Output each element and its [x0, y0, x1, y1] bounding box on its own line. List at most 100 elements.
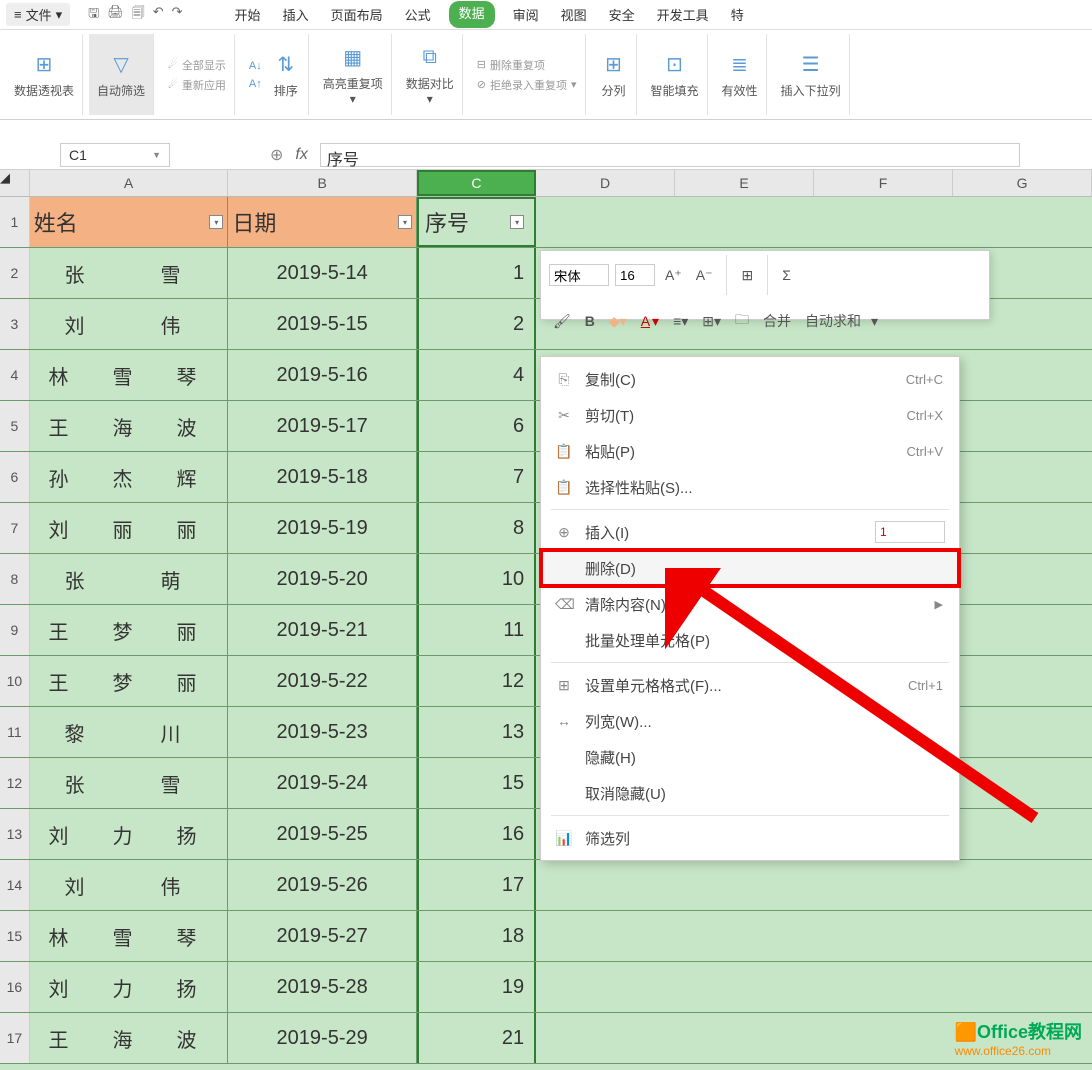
filter-dropdown-icon[interactable]: ▾: [209, 215, 223, 229]
cell-name[interactable]: 林 雪 琴: [30, 350, 229, 400]
cell-name[interactable]: 黎 川: [30, 707, 229, 757]
print-icon[interactable]: 🖨: [107, 4, 124, 26]
cell-index[interactable]: 序号▾: [417, 197, 536, 247]
cell-index[interactable]: 6: [417, 401, 536, 451]
name-box[interactable]: C1▼: [60, 143, 170, 167]
sort-button[interactable]: 排序: [274, 82, 298, 99]
menu-insert[interactable]: ⊕插入(I)列数:: [541, 514, 959, 550]
column-header-a[interactable]: A: [30, 170, 229, 196]
tab-review[interactable]: 审阅: [509, 1, 543, 28]
row-header[interactable]: 15: [0, 911, 30, 961]
row-header[interactable]: 6: [0, 452, 30, 502]
cell-date[interactable]: 2019-5-21: [228, 605, 417, 655]
cell-empty[interactable]: [536, 962, 1092, 1012]
font-color-button[interactable]: A▾: [637, 311, 663, 332]
menu-batch[interactable]: 批量处理单元格(P): [541, 622, 959, 658]
tab-formula[interactable]: 公式: [401, 1, 435, 28]
column-header-f[interactable]: F: [814, 170, 953, 196]
cell-name[interactable]: 刘 伟: [30, 860, 229, 910]
cell-date[interactable]: 日期▾: [228, 197, 417, 247]
decrease-font-button[interactable]: A⁻: [692, 265, 717, 286]
font-select[interactable]: [549, 264, 609, 286]
row-header[interactable]: 10: [0, 656, 30, 706]
menu-filter-column[interactable]: 📊筛选列: [541, 820, 959, 856]
cell-date[interactable]: 2019-5-18: [228, 452, 417, 502]
cell-index[interactable]: 12: [417, 656, 536, 706]
cell-date[interactable]: 2019-5-29: [228, 1013, 417, 1063]
cell-name[interactable]: 张 雪: [30, 758, 229, 808]
cell-index[interactable]: 10: [417, 554, 536, 604]
merge-icon[interactable]: ⊞: [737, 265, 757, 286]
cell-index[interactable]: 15: [417, 758, 536, 808]
cell-name[interactable]: 张 萌: [30, 554, 229, 604]
tab-extra[interactable]: 特: [727, 1, 748, 28]
cell-empty[interactable]: [536, 911, 1092, 961]
insert-dropdown-button[interactable]: ☰插入下拉列: [773, 34, 850, 115]
chevron-down-icon[interactable]: ▼: [152, 150, 161, 160]
row-header[interactable]: 17: [0, 1013, 30, 1063]
cell-index[interactable]: 19: [417, 962, 536, 1012]
merge-label[interactable]: 合并: [759, 309, 795, 333]
cell-date[interactable]: 2019-5-15: [228, 299, 417, 349]
fill-color-button[interactable]: ◆▾: [605, 311, 631, 332]
cell-date[interactable]: 2019-5-16: [228, 350, 417, 400]
cell-index[interactable]: 17: [417, 860, 536, 910]
cell-date[interactable]: 2019-5-22: [228, 656, 417, 706]
pivot-table-button[interactable]: ⊞数据透视表: [6, 34, 83, 115]
cell-date[interactable]: 2019-5-28: [228, 962, 417, 1012]
menu-unhide[interactable]: 取消隐藏(U): [541, 775, 959, 811]
column-header-d[interactable]: D: [536, 170, 675, 196]
format-painter-button[interactable]: 🖌: [549, 311, 575, 332]
redo-icon[interactable]: ↷: [172, 4, 183, 26]
tab-view[interactable]: 视图: [557, 1, 591, 28]
auto-filter-button[interactable]: ▽自动筛选: [89, 34, 154, 115]
cell-empty[interactable]: [536, 197, 1092, 247]
cell-name[interactable]: 王 海 波: [30, 401, 229, 451]
cell-name[interactable]: 王 海 波: [30, 1013, 229, 1063]
cell-name[interactable]: 王 梦 丽: [30, 656, 229, 706]
tab-data[interactable]: 数据: [449, 1, 495, 28]
menu-paste[interactable]: 📋粘贴(P)Ctrl+V: [541, 433, 959, 469]
menu-delete[interactable]: 删除(D): [541, 550, 959, 586]
cell-name[interactable]: 刘 丽 丽: [30, 503, 229, 553]
menu-cut[interactable]: ✂剪切(T)Ctrl+X: [541, 397, 959, 433]
row-header[interactable]: 3: [0, 299, 30, 349]
undo-icon[interactable]: ↶: [153, 4, 164, 26]
cell-index[interactable]: 2: [417, 299, 536, 349]
style-button[interactable]: 🗀: [731, 307, 753, 335]
cell-date[interactable]: 2019-5-26: [228, 860, 417, 910]
column-header-b[interactable]: B: [228, 170, 417, 196]
column-header-e[interactable]: E: [675, 170, 814, 196]
cell-index[interactable]: 16: [417, 809, 536, 859]
row-header[interactable]: 7: [0, 503, 30, 553]
row-header[interactable]: 16: [0, 962, 30, 1012]
cell-name[interactable]: 刘 伟: [30, 299, 229, 349]
cell-name[interactable]: 张 雪: [30, 248, 229, 298]
file-menu[interactable]: ≡ 文件 ▾: [6, 3, 70, 26]
remove-duplicates-button[interactable]: ⊟ 删除重复项: [477, 57, 577, 73]
reapply-button[interactable]: ☄ 重新应用: [168, 77, 226, 93]
cell-date[interactable]: 2019-5-23: [228, 707, 417, 757]
cell-name[interactable]: 姓名▾: [30, 197, 229, 247]
menu-hide[interactable]: 隐藏(H): [541, 739, 959, 775]
cell-date[interactable]: 2019-5-24: [228, 758, 417, 808]
search-icon[interactable]: ⊕: [270, 145, 283, 165]
select-all-corner[interactable]: ◢: [0, 170, 30, 196]
cell-date[interactable]: 2019-5-25: [228, 809, 417, 859]
cell-date[interactable]: 2019-5-19: [228, 503, 417, 553]
autosum-button[interactable]: Σ: [778, 265, 795, 285]
filter-dropdown-icon[interactable]: ▾: [510, 215, 524, 229]
tab-security[interactable]: 安全: [605, 1, 639, 28]
insert-count-input[interactable]: [875, 521, 945, 543]
menu-clear[interactable]: ⌫清除内容(N)▶: [541, 586, 959, 622]
cell-index[interactable]: 4: [417, 350, 536, 400]
row-header[interactable]: 1: [0, 197, 30, 247]
row-header[interactable]: 14: [0, 860, 30, 910]
column-header-g[interactable]: G: [953, 170, 1092, 196]
cell-index[interactable]: 7: [417, 452, 536, 502]
save-icon[interactable]: 🖫: [88, 4, 99, 26]
border-button[interactable]: ⊞▾: [698, 311, 725, 332]
smart-fill-button[interactable]: ⊡智能填充: [643, 34, 708, 115]
cell-name[interactable]: 林 雪 琴: [30, 911, 229, 961]
cell-name[interactable]: 孙 杰 辉: [30, 452, 229, 502]
